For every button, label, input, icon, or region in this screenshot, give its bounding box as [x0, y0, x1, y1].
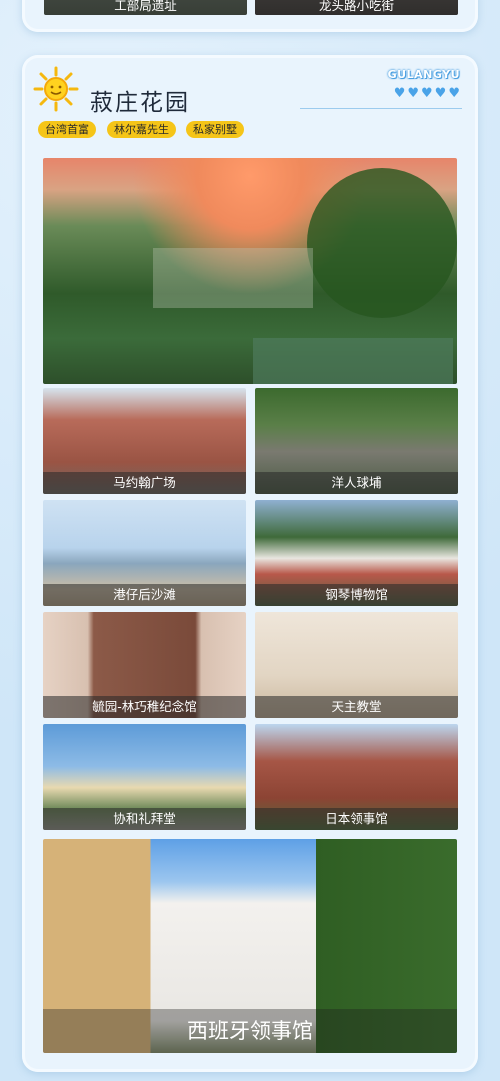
photo-caption: 钢琴博物馆: [255, 584, 458, 606]
photo-caption: 天主教堂: [255, 696, 458, 718]
photo-majohn-square[interactable]: 马约翰广场: [43, 388, 246, 494]
photo-piano-museum[interactable]: 钢琴博物馆: [255, 500, 458, 606]
tag: 台湾首富: [38, 121, 96, 138]
photo-caption: 协和礼拜堂: [43, 808, 246, 830]
photo-caption: 日本领事馆: [255, 808, 458, 830]
section-title: 菽庄花园: [90, 90, 190, 116]
photo-longtou-road[interactable]: 龙头路小吃街: [255, 0, 458, 15]
photo-caption: 龙头路小吃街: [255, 0, 458, 15]
photo-yuyuan-memorial[interactable]: 毓园-林巧稚纪念馆: [43, 612, 246, 718]
photo-gongbuju[interactable]: 工部局遗址: [44, 0, 247, 15]
photo-japan-consulate[interactable]: 日本领事馆: [255, 724, 458, 830]
hearts-icon: ♥♥♥♥♥: [393, 86, 462, 101]
photo-caption: 马约翰广场: [43, 472, 246, 494]
photo-foreign-field[interactable]: 洋人球埔: [255, 388, 458, 494]
sun-icon: [33, 66, 79, 112]
photo-gangzaihou-beach[interactable]: 港仔后沙滩: [43, 500, 246, 606]
tag: 私家别墅: [186, 121, 244, 138]
photo-caption: 工部局遗址: [44, 0, 247, 15]
photo-union-church[interactable]: 协和礼拜堂: [43, 724, 246, 830]
previous-section-card: 工部局遗址 龙头路小吃街: [22, 0, 478, 32]
photo-caption: 洋人球埔: [255, 472, 458, 494]
photo-caption: 毓园-林巧稚纪念馆: [43, 696, 246, 718]
photo-caption: 西班牙领事馆: [43, 1009, 457, 1053]
photo-catholic-church[interactable]: 天主教堂: [255, 612, 458, 718]
brand-label: GULANGYU: [387, 68, 460, 81]
tag: 林尔嘉先生: [107, 121, 176, 138]
photo-shuzhuang-garden[interactable]: [43, 158, 457, 384]
photo-spain-consulate[interactable]: 西班牙领事馆: [43, 839, 457, 1053]
photo-caption: 港仔后沙滩: [43, 584, 246, 606]
divider: [300, 108, 462, 109]
